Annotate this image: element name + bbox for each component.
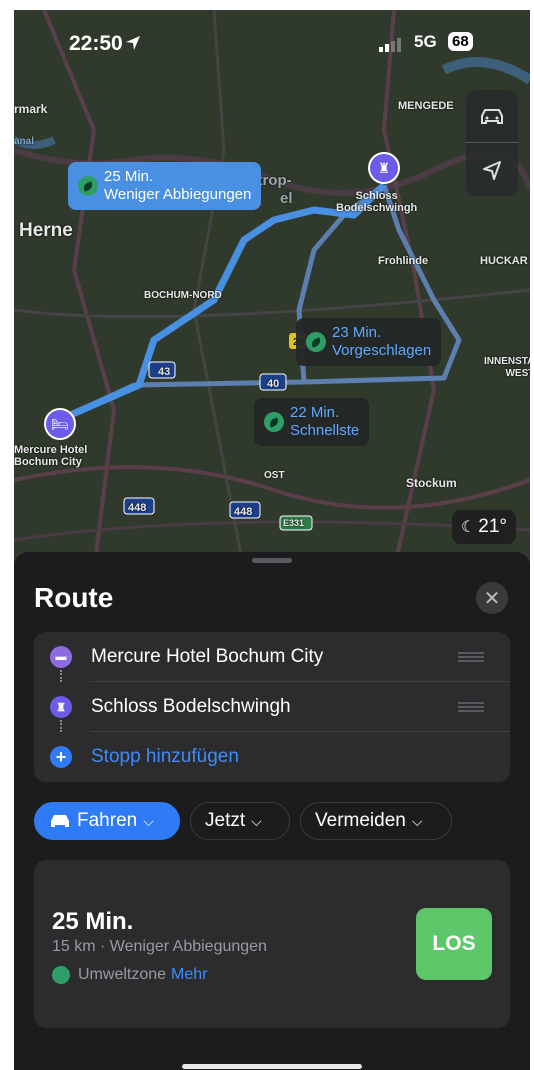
avoid-chip[interactable]: Vermeiden ⌵: [300, 802, 452, 840]
zone-label: Umweltzone: [78, 966, 167, 983]
callout-desc: Schnellste: [290, 422, 360, 439]
more-link[interactable]: Mehr: [171, 966, 207, 984]
castle-icon: ♜: [50, 696, 72, 718]
close-button[interactable]: ✕: [476, 582, 508, 614]
leaf-icon: [264, 412, 284, 432]
map-label-mengede: MENGEDE: [398, 100, 454, 112]
home-indicator[interactable]: [182, 1064, 362, 1069]
departure-time-chip[interactable]: Jetzt ⌵: [190, 802, 290, 840]
car-icon: [481, 109, 503, 124]
route-duration: 25 Min.: [52, 908, 134, 935]
route-callout-fastest[interactable]: 22 Min. Schnellste: [254, 398, 370, 446]
callout-time: 23 Min.: [332, 324, 382, 341]
leaf-icon: [52, 966, 70, 984]
stop-row-start[interactable]: ▬ Mercure Hotel Bochum City: [34, 632, 510, 682]
chip-label: Jetzt: [205, 810, 246, 831]
chevron-down-icon: ⌵: [143, 812, 154, 829]
map-label-frohlinde: Frohlinde: [378, 255, 429, 267]
car-icon: [51, 815, 69, 827]
moon-icon: ☾: [460, 519, 476, 536]
bed-icon: ▬: [50, 646, 72, 668]
map-label-stockum: Stockum: [406, 476, 457, 490]
stops-list: ▬ Mercure Hotel Bochum City ♜ Schloss Bo…: [34, 632, 510, 782]
chevron-down-icon: ⌵: [251, 812, 262, 829]
status-time: 22:50: [69, 32, 123, 55]
route-card[interactable]: 25 Min. 15 km · Weniger Abbiegungen Umwe…: [34, 860, 510, 1028]
map-controls: [466, 90, 518, 196]
map-label-bochum-nord: BOCHUM-NORD: [144, 290, 222, 301]
network-type: 5G: [414, 32, 437, 51]
callout-time: 22 Min.: [290, 404, 340, 421]
map-label-castrop-rauxel: el: [280, 190, 293, 207]
map-label-innenstadt: INNENSTA WEST: [484, 356, 530, 379]
temperature: 21°: [478, 516, 508, 537]
car-mode-button[interactable]: [466, 90, 518, 142]
transport-mode-chip[interactable]: Fahren ⌵: [34, 802, 180, 840]
route-callout-suggested[interactable]: 23 Min. Vorgeschlagen: [296, 318, 442, 366]
map-label-anal: anal: [14, 136, 35, 147]
chip-label: Vermeiden: [315, 810, 406, 831]
map-label-mercure: Mercure Hotel Bochum City: [14, 444, 88, 468]
shield-a448-left: 448: [128, 502, 147, 514]
shield-a448-right: 448: [234, 506, 253, 518]
shield-e331: E331: [283, 518, 305, 528]
close-icon: ✕: [483, 587, 501, 610]
stop-label: Mercure Hotel Bochum City: [91, 646, 324, 667]
map-view[interactable]: 43 40 448 448 E331 23 rmark anal MENGEDE…: [14, 10, 530, 570]
weather-badge: ☾ 21°: [452, 510, 516, 544]
bed-icon: 🛏: [51, 415, 69, 432]
locate-button[interactable]: [466, 144, 518, 196]
chip-label: Fahren: [77, 810, 138, 831]
battery-level: 68: [448, 32, 473, 51]
map-label-huckar: HUCKAR: [480, 255, 528, 267]
status-bar: 22:50 5G 68: [14, 10, 530, 70]
map-label-ost: OST: [264, 470, 285, 481]
callout-time: 25 Min.: [104, 168, 154, 185]
location-arrow-icon: [483, 161, 501, 180]
phone-screen: 43 40 448 448 E331 23 rmark anal MENGEDE…: [14, 10, 530, 1070]
reorder-handle-icon[interactable]: [458, 702, 484, 712]
add-stop-row[interactable]: + Stopp hinzufügen: [34, 732, 510, 782]
map-label-mark: rmark: [14, 102, 48, 116]
route-sheet: Route ✕ ▬ Mercure Hotel Bochum City ♜ Sc…: [14, 552, 530, 1070]
start-pin[interactable]: 🛏: [44, 408, 76, 440]
map-label-herne: Herne: [19, 220, 73, 241]
leaf-icon: [306, 332, 326, 352]
route-details: 15 km · Weniger Abbiegungen: [52, 938, 267, 955]
stop-label: Schloss Bodelschwingh: [91, 696, 291, 717]
chevron-down-icon: ⌵: [411, 812, 423, 829]
stop-row-destination[interactable]: ♜ Schloss Bodelschwingh: [34, 682, 510, 732]
callout-desc: Weniger Abbiegungen: [104, 186, 252, 203]
leaf-icon: [78, 176, 98, 196]
signal-icon: [379, 38, 401, 52]
sheet-title: Route: [34, 582, 114, 613]
environmental-zone: Umweltzone Mehr: [52, 966, 207, 984]
shield-a40: 40: [267, 378, 280, 390]
go-button[interactable]: LOS: [416, 908, 492, 980]
location-services-icon: [126, 36, 140, 50]
callout-desc: Vorgeschlagen: [332, 342, 432, 359]
destination-pin[interactable]: ♜: [368, 152, 400, 184]
route-callout-fewer-turns[interactable]: 25 Min. Weniger Abbiegungen: [68, 162, 262, 210]
reorder-handle-icon[interactable]: [458, 652, 484, 662]
castle-icon: ♜: [377, 159, 391, 176]
plus-icon: +: [50, 746, 72, 768]
sheet-grabber[interactable]: [252, 558, 292, 563]
shield-a43: 43: [158, 366, 171, 378]
add-stop-label: Stopp hinzufügen: [91, 746, 239, 767]
map-label-schloss: Schloss Bodelschwingh: [336, 190, 418, 214]
